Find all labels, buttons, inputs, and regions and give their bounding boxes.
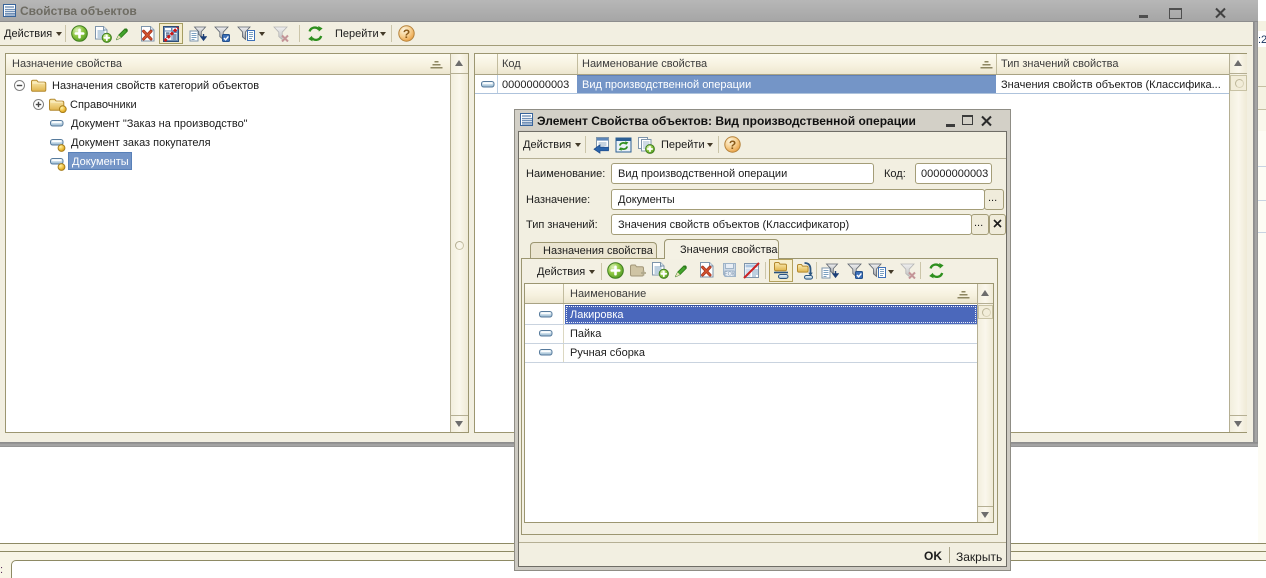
svg-text:?: ? <box>729 138 736 152</box>
svg-text:?: ? <box>403 27 410 41</box>
svg-text:ЕОК: ЕОК <box>724 271 736 277</box>
